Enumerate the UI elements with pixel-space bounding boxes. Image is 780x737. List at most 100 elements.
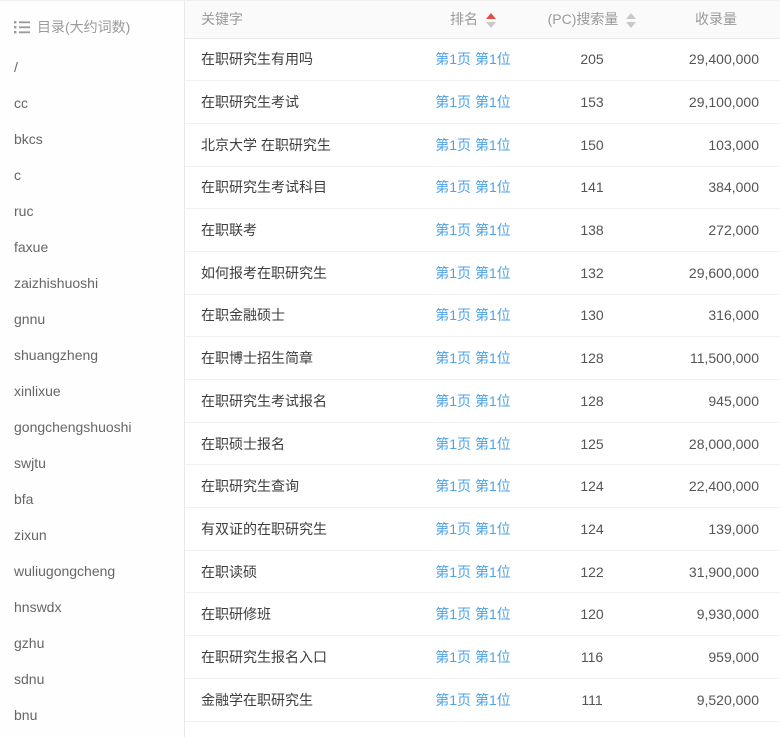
indexed-volume-cell: 139,000 xyxy=(651,508,780,551)
pc-search-volume-cell: 124 xyxy=(533,465,651,508)
rank-cell: 第1页 第1位 xyxy=(413,166,533,209)
rank-link[interactable]: 第1页 第1位 xyxy=(435,649,510,665)
indexed-volume-cell: 29,600,000 xyxy=(651,251,780,294)
rank-link[interactable]: 第1页 第1位 xyxy=(435,137,510,153)
sidebar-item-directory[interactable]: bkcs xyxy=(14,121,184,157)
rank-cell: 第1页 第1位 xyxy=(413,422,533,465)
rank-cell: 第1页 第1位 xyxy=(413,593,533,636)
pc-search-volume-cell: 132 xyxy=(533,251,651,294)
keyword-cell: 在职研究生查询 xyxy=(185,465,413,508)
rank-link[interactable]: 第1页 第1位 xyxy=(435,564,510,580)
sidebar-item-directory[interactable]: xinlixue xyxy=(14,373,184,409)
rank-link[interactable]: 第1页 第1位 xyxy=(435,179,510,195)
pc-search-volume-cell: 153 xyxy=(533,81,651,124)
column-header-keyword: 关键字 xyxy=(185,1,413,38)
rank-link[interactable]: 第1页 第1位 xyxy=(435,692,510,708)
pc-search-volume-cell: 124 xyxy=(533,508,651,551)
directory-sidebar: 目录(大约词数) / cc bkcs c ruc faxue zaizhishu… xyxy=(0,1,184,737)
sidebar-item-directory[interactable]: gzhu xyxy=(14,625,184,661)
sidebar-item-directory[interactable]: zixun xyxy=(14,517,184,553)
rank-link[interactable]: 第1页 第1位 xyxy=(435,436,510,452)
rank-cell: 第1页 第1位 xyxy=(413,508,533,551)
sidebar-item-directory[interactable]: sdnu xyxy=(14,661,184,697)
sort-asc-icon xyxy=(626,13,636,19)
keyword-cell: 如何报考在职研究生 xyxy=(185,251,413,294)
column-header-indexed-volume: 收录量 xyxy=(651,1,780,38)
sidebar-item-directory[interactable]: shuangzheng xyxy=(14,337,184,373)
sidebar-item-directory[interactable]: faxue xyxy=(14,229,184,265)
rank-link[interactable]: 第1页 第1位 xyxy=(435,222,510,238)
rank-link[interactable]: 第1页 第1位 xyxy=(435,478,510,494)
keyword-cell: 在职研究生考试科目 xyxy=(185,166,413,209)
rank-cell: 第1页 第1位 xyxy=(413,465,533,508)
sidebar-item-directory[interactable]: / xyxy=(14,49,184,85)
sort-desc-icon xyxy=(486,22,496,28)
sort-control-pc-search-volume[interactable] xyxy=(626,13,636,28)
directory-list: / cc bkcs c ruc faxue zaizhishuoshi gnnu… xyxy=(14,49,184,733)
pc-search-volume-cell: 130 xyxy=(533,294,651,337)
keyword-table-panel: 关键字 排名 (PC)搜索量 收录量 在职研究生有用吗 第1页 第1位 205 xyxy=(184,1,780,737)
pc-search-volume-cell: 116 xyxy=(533,636,651,679)
sidebar-item-directory[interactable]: bnu xyxy=(14,697,184,733)
pc-search-volume-cell: 111 xyxy=(533,678,651,721)
column-header-rank[interactable]: 排名 xyxy=(413,1,533,38)
sidebar-item-directory[interactable]: swjtu xyxy=(14,445,184,481)
indexed-volume-cell: 959,000 xyxy=(651,636,780,679)
rank-link[interactable]: 第1页 第1位 xyxy=(435,51,510,67)
rank-link[interactable]: 第1页 第1位 xyxy=(435,521,510,537)
keyword-cell: 北京大学 在职研究生 xyxy=(185,123,413,166)
pc-search-volume-cell: 141 xyxy=(533,166,651,209)
keyword-cell: 金融学在职研究生 xyxy=(185,678,413,721)
indexed-volume-cell: 22,400,000 xyxy=(651,465,780,508)
rank-link[interactable]: 第1页 第1位 xyxy=(435,350,510,366)
rank-cell: 第1页 第1位 xyxy=(413,38,533,81)
table-row: 在职硕士报名 第1页 第1位 125 28,000,000 xyxy=(185,422,780,465)
indexed-volume-cell: 11,500,000 xyxy=(651,337,780,380)
rank-cell: 第1页 第1位 xyxy=(413,209,533,252)
table-row: 在职研究生考试报名 第1页 第1位 128 945,000 xyxy=(185,380,780,423)
rank-cell: 第1页 第1位 xyxy=(413,380,533,423)
table-row: 在职博士招生简章 第1页 第1位 128 11,500,000 xyxy=(185,337,780,380)
rank-link[interactable]: 第1页 第1位 xyxy=(435,307,510,323)
column-header-rank-label: 排名 xyxy=(450,11,478,27)
keyword-cell: 在职研究生有用吗 xyxy=(185,38,413,81)
table-row: 如何报考在职研究生 第1页 第1位 132 29,600,000 xyxy=(185,251,780,294)
rank-link[interactable]: 第1页 第1位 xyxy=(435,606,510,622)
indexed-volume-cell: 272,000 xyxy=(651,209,780,252)
table-row: 在职联考 第1页 第1位 138 272,000 xyxy=(185,209,780,252)
keyword-cell: 在职读硕 xyxy=(185,550,413,593)
list-icon xyxy=(14,20,30,34)
keyword-cell: 在职研究生考试报名 xyxy=(185,380,413,423)
sidebar-item-directory[interactable]: hnswdx xyxy=(14,589,184,625)
sidebar-item-directory[interactable]: zaizhishuoshi xyxy=(14,265,184,301)
sort-control-rank[interactable] xyxy=(486,13,496,28)
sidebar-item-directory[interactable]: cc xyxy=(14,85,184,121)
table-row: 在职研修班 第1页 第1位 120 9,930,000 xyxy=(185,593,780,636)
sidebar-item-directory[interactable]: c xyxy=(14,157,184,193)
rank-link[interactable]: 第1页 第1位 xyxy=(435,94,510,110)
column-header-pc-label: (PC)搜索量 xyxy=(548,11,619,27)
pc-search-volume-cell: 150 xyxy=(533,123,651,166)
table-row: 北京大学 在职研究生 第1页 第1位 150 103,000 xyxy=(185,123,780,166)
keyword-cell: 在职联考 xyxy=(185,209,413,252)
rank-cell: 第1页 第1位 xyxy=(413,81,533,124)
sidebar-item-directory[interactable]: wuliugongcheng xyxy=(14,553,184,589)
column-header-pc-search-volume[interactable]: (PC)搜索量 xyxy=(533,1,651,38)
pc-search-volume-cell: 128 xyxy=(533,380,651,423)
sidebar-item-directory[interactable]: bfa xyxy=(14,481,184,517)
pc-search-volume-cell: 120 xyxy=(533,593,651,636)
table-row: 金融学在职研究生 第1页 第1位 111 9,520,000 xyxy=(185,678,780,721)
table-row: 在职研究生考试 第1页 第1位 153 29,100,000 xyxy=(185,81,780,124)
rank-cell: 第1页 第1位 xyxy=(413,123,533,166)
sidebar-item-directory[interactable]: gnnu xyxy=(14,301,184,337)
indexed-volume-cell: 29,100,000 xyxy=(651,81,780,124)
sidebar-item-directory[interactable]: gongchengshuoshi xyxy=(14,409,184,445)
sidebar-item-directory[interactable]: ruc xyxy=(14,193,184,229)
keyword-cell: 在职金融硕士 xyxy=(185,294,413,337)
rank-cell: 第1页 第1位 xyxy=(413,294,533,337)
rank-link[interactable]: 第1页 第1位 xyxy=(435,265,510,281)
sort-asc-icon xyxy=(486,13,496,19)
rank-link[interactable]: 第1页 第1位 xyxy=(435,393,510,409)
table-row: 在职金融硕士 第1页 第1位 130 316,000 xyxy=(185,294,780,337)
table-header-row: 关键字 排名 (PC)搜索量 收录量 xyxy=(185,1,780,38)
